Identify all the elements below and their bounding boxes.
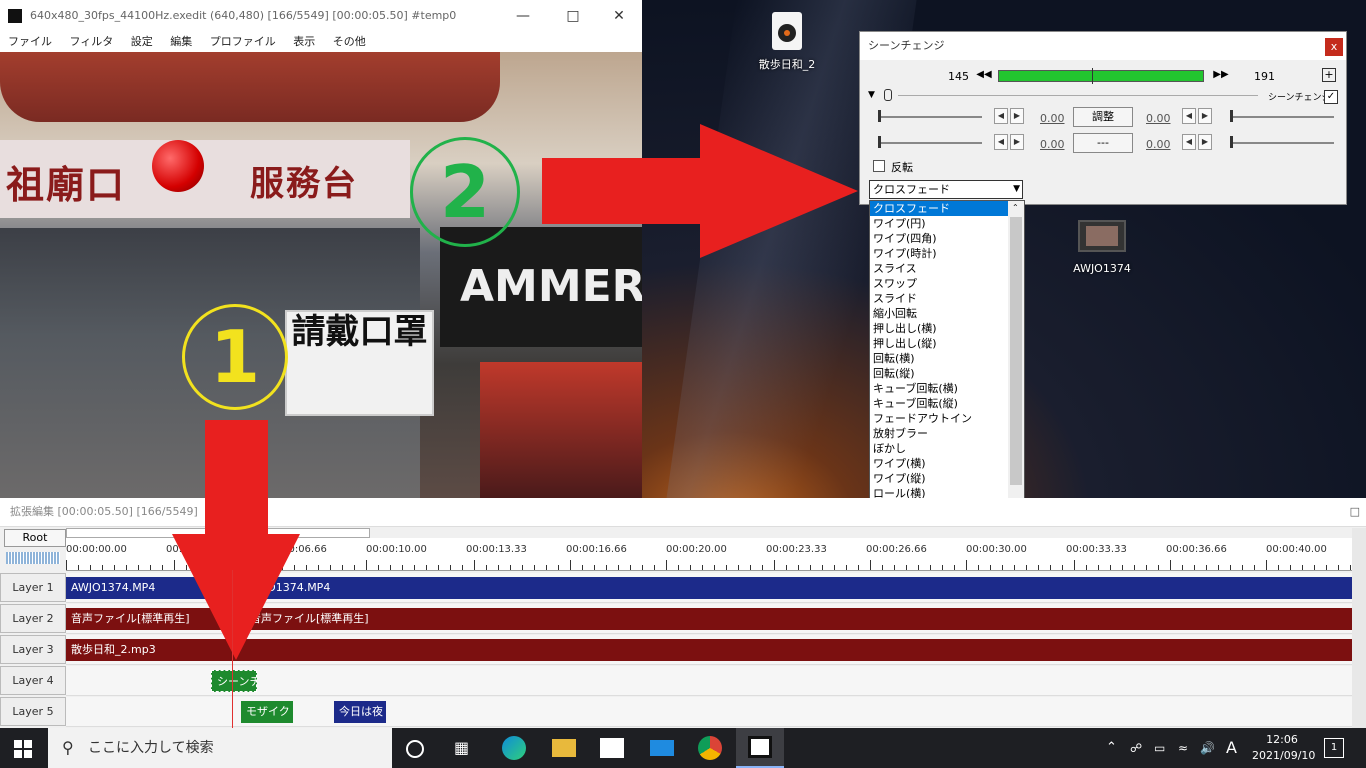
ime-indicator[interactable]: A (1226, 728, 1237, 768)
file-explorer-icon[interactable] (552, 739, 576, 757)
clock-date: 2021/09/10 (1252, 749, 1316, 762)
taskbar-search[interactable]: ⚲ ここに入力して検索 (48, 728, 392, 768)
volume-icon[interactable]: 🔊 (1200, 728, 1215, 768)
search-placeholder: ここに入力して検索 (88, 740, 214, 756)
chrome-icon[interactable] (698, 736, 722, 760)
cortana-icon[interactable] (406, 740, 424, 758)
task-view-icon[interactable]: ▦ (454, 736, 478, 760)
taskbar: ⚲ ここに入力して検索 ▦ ⌃ ☍ ▭ ≈ 🔊 A 12:06 2021/09/… (0, 728, 1366, 768)
aviutl-icon (748, 736, 772, 758)
arrow-right (542, 124, 858, 258)
search-icon: ⚲ (62, 738, 74, 757)
arrow-down (172, 420, 300, 660)
annotation-arrows (172, 124, 858, 660)
wifi-icon[interactable]: ≈ (1178, 728, 1188, 768)
clock-time: 12:06 (1266, 733, 1298, 746)
tray-chevron-up-icon[interactable]: ⌃ (1106, 728, 1117, 768)
notification-icon[interactable]: 1 (1324, 738, 1344, 758)
clock[interactable]: 12:06 2021/09/10 (1252, 732, 1316, 764)
playhead-line (232, 570, 233, 728)
device-icon[interactable]: ☍ (1130, 728, 1142, 768)
windows-start-icon[interactable] (14, 740, 32, 758)
store-icon[interactable] (600, 738, 624, 758)
edge-icon[interactable] (502, 736, 526, 760)
mail-icon[interactable] (650, 740, 674, 756)
aviutl-taskbar-button[interactable] (736, 728, 784, 768)
battery-icon[interactable]: ▭ (1154, 728, 1165, 768)
